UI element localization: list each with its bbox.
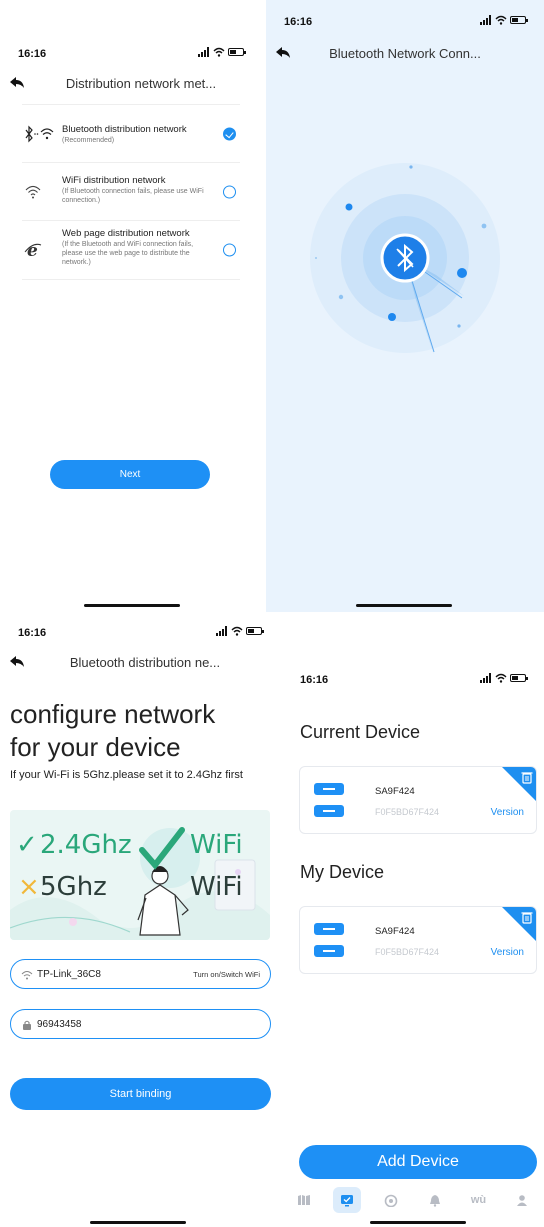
password-field[interactable]: 96943458 bbox=[10, 1009, 271, 1039]
status-bar: 16:16 bbox=[282, 670, 544, 690]
device-name: SA9F424 bbox=[375, 786, 415, 797]
configure-network-screen: 16:16 Bluetooth distribution ne... confi… bbox=[0, 615, 280, 1227]
current-device-card[interactable]: SA9F424 F0F5BD67F424 Version bbox=[299, 766, 537, 834]
method-item-wifi[interactable]: WiFi distribution network (If Bluetooth … bbox=[22, 162, 240, 220]
method-item-web[interactable]: e Web page distribution network (If the … bbox=[22, 220, 240, 280]
bluetooth-wifi-icon bbox=[25, 125, 54, 142]
status-time: 16:16 bbox=[300, 674, 329, 686]
bad-band-label: 5Ghz bbox=[40, 872, 107, 902]
method-item-bluetooth[interactable]: Bluetooth distribution network (Recommen… bbox=[22, 104, 240, 162]
good-band-label: 2.4Ghz bbox=[40, 830, 132, 860]
password-value: 96943458 bbox=[37, 1019, 82, 1030]
tab-wu[interactable]: wù bbox=[464, 1187, 492, 1213]
start-binding-button[interactable]: Start binding bbox=[10, 1078, 271, 1110]
device-mac: F0F5BD67F424 bbox=[375, 947, 440, 957]
method-desc: (Recommended) bbox=[62, 137, 115, 144]
status-time: 16:16 bbox=[18, 627, 47, 639]
status-time: 16:16 bbox=[18, 48, 47, 60]
method-desc: (If the Bluetooth and WiFi connection fa… bbox=[62, 241, 194, 266]
user-icon bbox=[517, 1194, 528, 1206]
wifi-band-illustration: ✓ 2.4Ghz WiFi × 5Ghz WiFi bbox=[10, 810, 270, 940]
wifi-name-value: TP-Link_36C8 bbox=[37, 969, 101, 980]
method-title: WiFi distribution network bbox=[62, 175, 166, 186]
status-bar: 16:16 bbox=[0, 44, 262, 64]
signal-icon bbox=[480, 673, 492, 683]
tab-map[interactable] bbox=[290, 1187, 318, 1213]
tab-gauge[interactable] bbox=[377, 1187, 405, 1213]
wifi-name-field[interactable]: TP-Link_36C8 Turn on/Switch WiFi bbox=[10, 959, 271, 989]
battery-icon bbox=[228, 48, 246, 56]
wifi-status-icon bbox=[231, 626, 243, 636]
nav-bar: Bluetooth distribution ne... bbox=[0, 651, 280, 675]
configure-heading: configure network for your device bbox=[10, 698, 270, 764]
gauge-icon bbox=[384, 1194, 398, 1207]
device-pill-icon bbox=[314, 945, 344, 957]
heading-line-2: for your device bbox=[10, 732, 181, 762]
trash-icon[interactable] bbox=[502, 907, 536, 941]
browser-e-icon: e bbox=[24, 241, 42, 260]
device-check-icon bbox=[341, 1194, 354, 1206]
wifi-status-icon bbox=[213, 47, 225, 57]
page-title: Distribution network met... bbox=[65, 76, 217, 91]
wifi-status-icon bbox=[495, 673, 507, 683]
radio-unselected[interactable] bbox=[223, 243, 236, 257]
device-mac: F0F5BD67F424 bbox=[375, 807, 440, 817]
map-icon bbox=[297, 1195, 310, 1205]
nav-bar: Distribution network met... bbox=[0, 72, 262, 96]
lock-icon bbox=[23, 1020, 31, 1030]
switch-wifi-link[interactable]: Turn on/Switch WiFi bbox=[193, 970, 260, 979]
wu-icon: wù bbox=[470, 1194, 487, 1206]
my-device-card[interactable]: SA9F424 F0F5BD67F424 Version bbox=[299, 906, 537, 974]
page-title: Bluetooth distribution ne... bbox=[69, 655, 221, 670]
tab-alerts[interactable] bbox=[421, 1187, 449, 1213]
tab-profile[interactable] bbox=[508, 1187, 536, 1213]
home-indicator bbox=[370, 1221, 466, 1224]
method-desc: (If Bluetooth connection fails, please u… bbox=[62, 188, 204, 204]
home-indicator bbox=[90, 1221, 186, 1224]
band-hint: If your Wi-Fi is 5Ghz.please set it to 2… bbox=[10, 769, 243, 781]
distribution-method-screen: 16:16 Distribution network met... Blueto… bbox=[0, 0, 262, 612]
good-band-wifi: WiFi bbox=[190, 830, 243, 860]
wifi-icon bbox=[25, 185, 41, 198]
home-indicator bbox=[84, 604, 180, 607]
version-link[interactable]: Version bbox=[491, 807, 524, 818]
method-list: Bluetooth distribution network (Recommen… bbox=[22, 104, 240, 280]
bottom-tab-bar: wù bbox=[282, 1185, 544, 1215]
radio-selected[interactable] bbox=[223, 127, 236, 140]
check-mark: ✓ bbox=[16, 830, 38, 860]
current-device-title: Current Device bbox=[300, 722, 421, 742]
bad-band-wifi: WiFi bbox=[190, 872, 243, 902]
cross-mark: × bbox=[18, 872, 40, 902]
device-pill-icon bbox=[314, 923, 344, 935]
version-link[interactable]: Version bbox=[491, 947, 524, 958]
bluetooth-radar-animation bbox=[310, 163, 500, 355]
battery-icon bbox=[510, 674, 528, 682]
signal-icon bbox=[198, 47, 210, 57]
bluetooth-connecting-screen: 16:16 Bluetooth Network Conn... bbox=[266, 0, 544, 612]
device-list-screen: 16:16 Current Device SA9F424 F0F5BD67F42… bbox=[282, 640, 544, 1227]
my-device-title: My Device bbox=[300, 862, 385, 882]
home-indicator bbox=[356, 604, 452, 607]
method-title: Bluetooth distribution network bbox=[62, 124, 187, 135]
add-device-button[interactable]: Add Device bbox=[299, 1145, 537, 1179]
battery-icon bbox=[246, 627, 264, 635]
device-pill-icon bbox=[314, 805, 344, 817]
next-button[interactable]: Next bbox=[50, 460, 210, 489]
radio-unselected[interactable] bbox=[223, 185, 236, 198]
trash-icon[interactable] bbox=[502, 767, 536, 801]
status-bar: 16:16 bbox=[0, 623, 280, 643]
device-name: SA9F424 bbox=[375, 926, 415, 937]
method-title: Web page distribution network bbox=[62, 228, 190, 239]
wifi-icon bbox=[21, 971, 33, 980]
heading-line-1: configure network bbox=[10, 699, 216, 729]
tab-devices[interactable] bbox=[333, 1187, 362, 1213]
device-pill-icon bbox=[314, 783, 344, 795]
signal-icon bbox=[216, 626, 228, 636]
bell-icon bbox=[429, 1194, 440, 1207]
